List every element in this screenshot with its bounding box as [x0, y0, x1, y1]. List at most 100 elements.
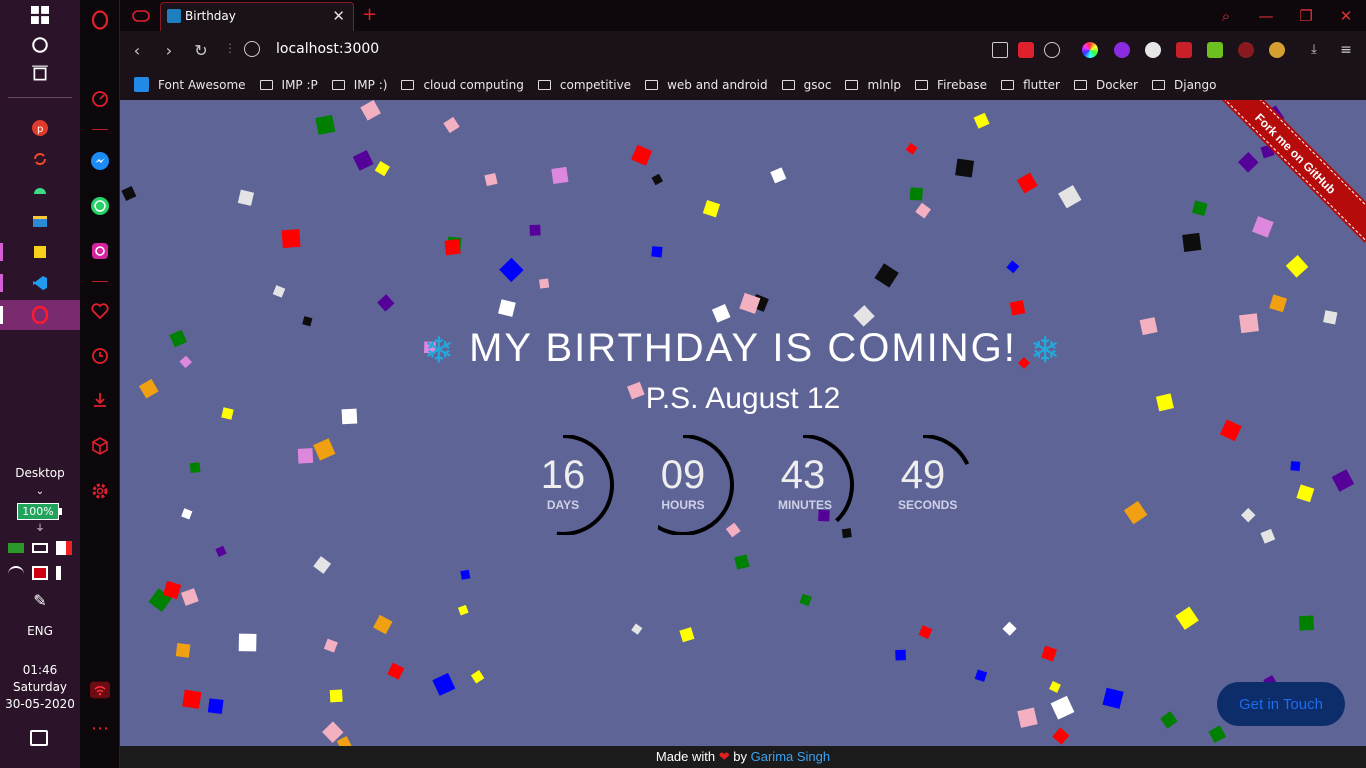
- volume-muted-icon[interactable]: [56, 566, 72, 580]
- extensions-cube-icon[interactable]: [80, 431, 120, 461]
- bookmark-item[interactable]: Font Awesome: [134, 77, 246, 92]
- messenger-icon[interactable]: [80, 146, 120, 176]
- url-field[interactable]: localhost:3000: [276, 41, 379, 57]
- taskbar-app-android[interactable]: [0, 175, 80, 205]
- downloads-toolbar-icon[interactable]: ⤓: [1306, 42, 1322, 58]
- page-footer: Made with ❤ by Garima Singh: [120, 746, 1366, 768]
- bookmark-label: gsoc: [803, 77, 832, 92]
- bookmark-item[interactable]: flutter: [1001, 78, 1060, 92]
- camera-icon[interactable]: [992, 42, 1008, 58]
- nvidia-icon[interactable]: [8, 543, 24, 553]
- language-indicator[interactable]: ENG: [0, 624, 80, 638]
- countdown-days: 16 DAYS: [538, 435, 638, 535]
- clock[interactable]: 01:46 Saturday 30-05-2020: [0, 662, 80, 713]
- opera-menu-icon[interactable]: [80, 5, 120, 35]
- notification-center-icon[interactable]: [30, 730, 48, 746]
- bookmark-item[interactable]: Firebase: [915, 78, 987, 92]
- close-tab-icon[interactable]: ✕: [332, 7, 345, 25]
- bookmark-item[interactable]: competitive: [537, 77, 632, 92]
- bookmark-item[interactable]: gsoc: [781, 77, 832, 92]
- confetti-piece: [909, 187, 924, 201]
- taskbar-app-p[interactable]: p: [0, 113, 80, 143]
- chevron-down-icon[interactable]: ⌄: [0, 486, 80, 497]
- extension-speed-icon[interactable]: [1238, 42, 1254, 58]
- bookmark-item[interactable]: cloud computing: [401, 78, 524, 92]
- close-window-icon[interactable]: ✕: [1326, 0, 1366, 31]
- confetti-canvas: [121, 100, 1355, 746]
- countdown-value: 16: [540, 453, 586, 497]
- confetti-piece: [484, 172, 498, 187]
- gamepad-icon[interactable]: [128, 6, 154, 26]
- countdown-label: HOURS: [661, 498, 705, 512]
- history-clock-icon[interactable]: [80, 341, 120, 371]
- taskbar-app-sticky[interactable]: [0, 237, 80, 267]
- restore-icon[interactable]: ❐: [1286, 0, 1326, 31]
- confetti-piece: [915, 202, 932, 219]
- tray-row-1: [0, 541, 80, 555]
- desktop-toolbar-label[interactable]: Desktop: [0, 466, 80, 480]
- confetti-piece: [189, 462, 201, 474]
- extension-moon-icon[interactable]: [1145, 42, 1161, 58]
- confetti-piece: [237, 189, 255, 206]
- taskbar-app-vscode[interactable]: [0, 268, 80, 298]
- search-icon[interactable]: ⌕: [1206, 0, 1246, 31]
- tab-birthday[interactable]: Birthday ✕: [160, 2, 354, 31]
- heart-icon[interactable]: [80, 296, 120, 326]
- taskbar-app-explorer[interactable]: [0, 206, 80, 236]
- bookmark-item[interactable]: web and android: [645, 78, 768, 92]
- clock-date: 30-05-2020: [5, 697, 75, 711]
- extension-avatar-icon[interactable]: [1269, 42, 1285, 58]
- extension-rocket-icon[interactable]: [1114, 42, 1130, 58]
- speed-dial-icon[interactable]: [80, 84, 120, 114]
- confetti-piece: [323, 638, 338, 653]
- task-view-icon[interactable]: [0, 59, 80, 89]
- sidebar-divider: [92, 129, 108, 130]
- battery-indicator[interactable]: 100%: [17, 503, 62, 520]
- instagram-icon[interactable]: [80, 236, 120, 266]
- reload-icon[interactable]: ↻: [190, 39, 212, 61]
- favorite-heart-icon[interactable]: [1044, 42, 1060, 58]
- bookmark-item[interactable]: Docker: [1073, 78, 1138, 92]
- mcafee-icon[interactable]: [32, 566, 48, 580]
- confetti-piece: [1240, 507, 1256, 523]
- usb-icon[interactable]: [32, 543, 48, 553]
- bookmark-item[interactable]: Django: [1152, 78, 1217, 92]
- extension-red-icon[interactable]: [1176, 42, 1192, 58]
- easy-setup-icon[interactable]: ≡: [1338, 42, 1354, 58]
- globe-icon[interactable]: [244, 41, 260, 57]
- back-icon[interactable]: ‹: [126, 39, 148, 61]
- taskbar-app-opera[interactable]: [0, 300, 80, 330]
- minimize-icon[interactable]: —: [1246, 0, 1286, 31]
- whatsapp-icon[interactable]: [80, 191, 120, 221]
- new-tab-plus-icon[interactable]: +: [362, 4, 377, 25]
- color-picker-icon[interactable]: [1082, 42, 1098, 58]
- bookmark-item[interactable]: mlnlp: [845, 78, 901, 92]
- taskbar-app-sync[interactable]: [0, 144, 80, 174]
- author-link[interactable]: Garima Singh: [751, 749, 830, 764]
- get-in-touch-button[interactable]: Get in Touch: [1217, 682, 1345, 726]
- confetti-piece: [360, 100, 381, 121]
- extension-download-arrow-icon[interactable]: [1207, 42, 1223, 58]
- confetti-piece: [272, 285, 286, 298]
- ad-block-shield-icon[interactable]: [1018, 42, 1034, 58]
- more-dots-icon[interactable]: ⋯: [80, 713, 120, 743]
- confetti-piece: [329, 689, 343, 703]
- downloads-icon[interactable]: [80, 385, 120, 415]
- confetti-piece: [1049, 681, 1061, 693]
- bookmark-label: competitive: [559, 77, 632, 92]
- windows-start-icon[interactable]: [0, 0, 80, 30]
- vpn-wifi-icon[interactable]: [80, 675, 120, 705]
- address-bar: ‹ › ↻ ⋮ localhost:3000 ⤓ ≡: [120, 31, 1366, 69]
- bookmark-item[interactable]: IMP :P: [259, 78, 318, 92]
- forward-icon[interactable]: ›: [158, 39, 180, 61]
- bookmark-item[interactable]: IMP :): [331, 78, 387, 92]
- bookmark-label: Django: [1174, 77, 1217, 92]
- security-shield-icon[interactable]: [56, 541, 72, 555]
- snowflake-icon: ❄: [423, 329, 456, 371]
- wifi-icon[interactable]: [8, 566, 24, 580]
- confetti-piece: [373, 614, 393, 635]
- settings-gear-icon[interactable]: [80, 476, 120, 506]
- search-circle-icon[interactable]: [0, 30, 80, 60]
- confetti-piece: [770, 167, 787, 184]
- pen-icon[interactable]: ✎: [0, 591, 80, 610]
